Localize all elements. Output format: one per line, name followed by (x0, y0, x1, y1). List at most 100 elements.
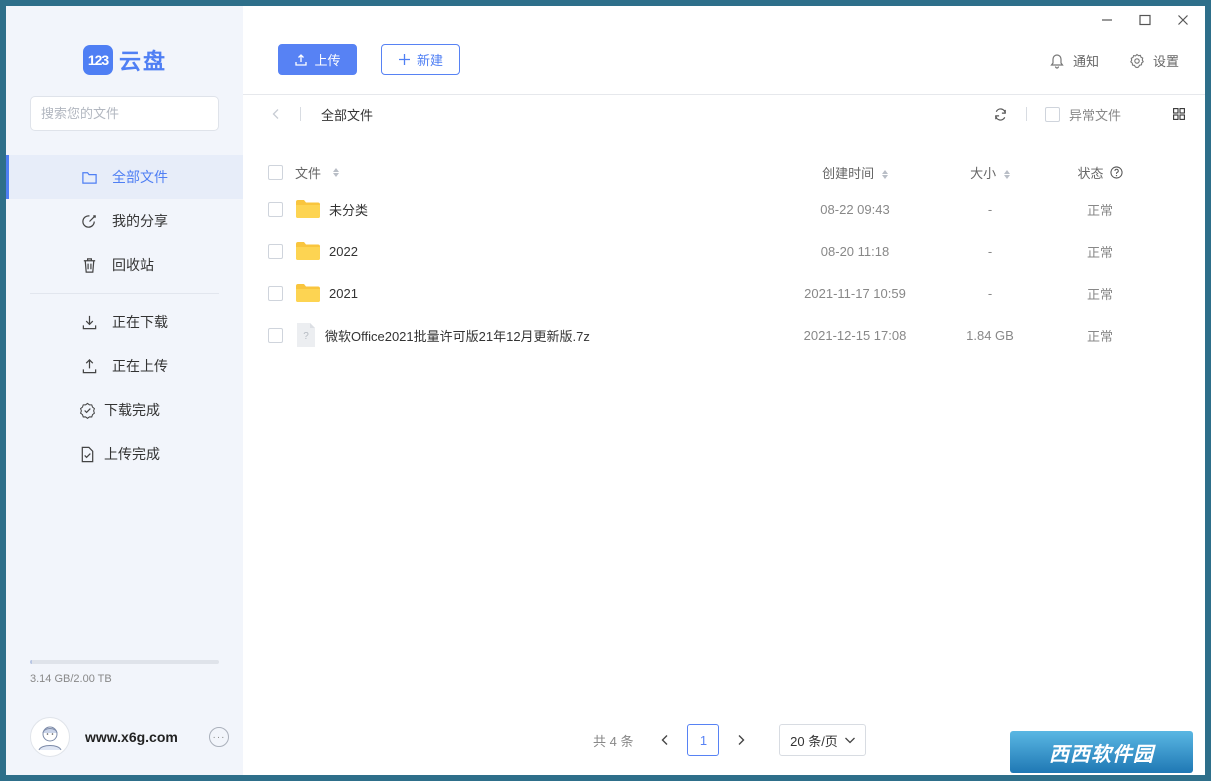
sidebar-item-label: 正在下载 (112, 314, 168, 330)
sidebar-item-recycle-bin[interactable]: 回收站 (6, 243, 243, 287)
top-actions: 通知 设置 (1049, 51, 1179, 70)
sort-icon (881, 169, 888, 179)
table-row[interactable]: 2022 08-20 11:18 - 正常 (268, 230, 1185, 272)
storage-progress-bar (30, 660, 219, 664)
close-icon (1178, 15, 1188, 25)
app-window: 123 云盘 全部文件 我的分享 回收站 (6, 6, 1205, 775)
close-button[interactable] (1175, 12, 1191, 28)
search-input[interactable] (41, 106, 217, 121)
file-name[interactable]: 2021 (329, 286, 358, 301)
folder-icon (296, 200, 320, 218)
path-actions-separator (1025, 107, 1027, 121)
more-options-button[interactable]: ··· (209, 727, 229, 747)
file-size: - (987, 285, 993, 301)
page-size-select[interactable]: 20 条/页 (779, 724, 867, 756)
sidebar-item-downloading[interactable]: 正在下载 (6, 300, 243, 344)
page-size-label: 20 条/页 (790, 733, 838, 749)
notify-label: 通知 (1072, 54, 1099, 69)
sidebar-item-label: 下载完成 (104, 402, 160, 418)
table-row[interactable]: ? 微软Office2021批量许可版21年12月更新版.7z 2021-12-… (268, 314, 1185, 356)
sidebar-item-download-complete[interactable]: 下载完成 (6, 388, 243, 432)
minimize-button[interactable] (1099, 12, 1115, 28)
avatar[interactable] (30, 717, 70, 757)
file-size: 1.84 GB (966, 327, 1014, 343)
user-profile: www.x6g.com ··· (30, 717, 229, 757)
storage-progress-fill (30, 660, 32, 664)
sidebar-item-uploading[interactable]: 正在上传 (6, 344, 243, 388)
path-bar: 全部文件 异常文件 (270, 104, 1185, 124)
logo-text: 云盘 (119, 49, 168, 74)
upload-icon (82, 358, 97, 373)
upload-icon (295, 53, 308, 66)
table-header: 文件 创建时间 大小 状态 (268, 156, 1185, 188)
check-circle-icon (79, 402, 96, 419)
abnormal-files-checkbox[interactable] (1044, 106, 1060, 122)
file-status: 正常 (1086, 202, 1113, 218)
settings-button[interactable]: 设置 (1129, 51, 1179, 70)
sidebar-item-my-share[interactable]: 我的分享 (6, 199, 243, 243)
file-name[interactable]: 2022 (329, 244, 358, 259)
trash-icon (83, 257, 96, 273)
folder-icon (296, 242, 320, 260)
select-all-checkbox[interactable] (268, 164, 283, 180)
path-separator (300, 107, 301, 121)
upload-button-label: 上传 (314, 53, 341, 68)
minimize-icon (1102, 19, 1112, 21)
sidebar-item-label: 正在上传 (112, 358, 168, 374)
maximize-button[interactable] (1137, 12, 1153, 28)
file-status: 正常 (1086, 244, 1113, 260)
path-bar-actions: 异常文件 (993, 105, 1185, 124)
logo-badge: 123 (83, 45, 113, 75)
svg-text:?: ? (303, 331, 309, 342)
file-size: - (987, 201, 993, 217)
row-checkbox[interactable] (268, 201, 283, 217)
notify-button[interactable]: 通知 (1049, 51, 1099, 70)
username: www.x6g.com (85, 729, 178, 745)
chevron-down-icon (844, 737, 855, 744)
bell-icon (1050, 53, 1064, 69)
grid-view-icon[interactable] (1173, 108, 1185, 120)
sidebar-item-upload-complete[interactable]: 上传完成 (6, 432, 243, 476)
new-button-label: 新建 (416, 53, 443, 68)
gear-icon (1130, 53, 1144, 68)
row-checkbox[interactable] (268, 243, 283, 259)
download-icon (82, 315, 97, 329)
header-time[interactable]: 创建时间 (775, 163, 935, 182)
sort-icon (333, 167, 340, 177)
new-button[interactable]: 新建 (381, 44, 460, 75)
header-time-label: 创建时间 (822, 165, 875, 181)
file-time: 2021-11-17 10:59 (804, 285, 906, 301)
window-controls (1099, 12, 1191, 28)
header-status-label: 状态 (1077, 165, 1104, 181)
row-checkbox[interactable] (268, 285, 283, 301)
main-panel: 上传 新建 通知 设置 全部文件 异常文件 文件 创建时间 大小 状态 未分类 … (243, 6, 1205, 775)
help-icon[interactable] (1109, 165, 1123, 179)
abnormal-files-filter[interactable]: 异常文件 (1044, 105, 1121, 124)
folder-icon (82, 171, 97, 184)
page-number-button[interactable]: 1 (687, 724, 720, 756)
back-arrow-icon[interactable] (270, 108, 282, 120)
search-box (30, 96, 219, 131)
sidebar-item-all-files[interactable]: 全部文件 (6, 155, 243, 199)
header-name[interactable]: 文件 (295, 163, 775, 182)
file-name[interactable]: 微软Office2021批量许可版21年12月更新版.7z (325, 326, 590, 345)
folder-icon (296, 284, 320, 302)
prev-page-icon[interactable] (659, 734, 671, 746)
header-size[interactable]: 大小 (935, 163, 1045, 182)
file-time: 08-22 09:43 (820, 201, 890, 217)
file-name[interactable]: 未分类 (329, 200, 368, 219)
maximize-icon (1139, 14, 1151, 26)
table-row[interactable]: 未分类 08-22 09:43 - 正常 (268, 188, 1185, 230)
file-size: - (987, 243, 993, 259)
next-page-icon[interactable] (735, 734, 747, 746)
breadcrumb[interactable]: 全部文件 (321, 105, 373, 124)
row-checkbox[interactable] (268, 327, 283, 343)
header-divider (243, 94, 1205, 95)
upload-button[interactable]: 上传 (278, 44, 357, 75)
table-row[interactable]: 2021 2021-11-17 10:59 - 正常 (268, 272, 1185, 314)
sidebar-item-label: 全部文件 (112, 169, 168, 185)
app-logo: 123 云盘 (83, 44, 167, 76)
pagination-total: 共 4 条 (593, 733, 634, 749)
toolbar: 上传 新建 (278, 44, 460, 75)
refresh-icon[interactable] (993, 107, 1008, 122)
